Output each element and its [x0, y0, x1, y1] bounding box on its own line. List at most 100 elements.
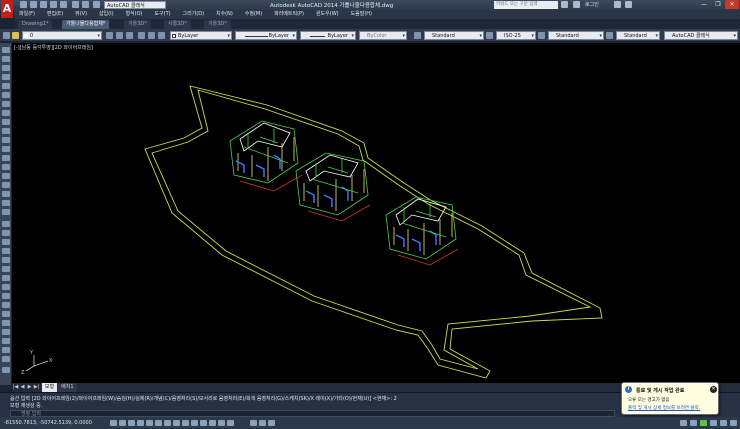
tab-layout1[interactable]: 배치1 — [58, 383, 77, 392]
move-icon[interactable] — [2, 266, 10, 272]
offset-icon[interactable] — [2, 248, 10, 254]
prev-layout-arrow[interactable]: ◀ — [19, 383, 26, 392]
layer-bulb-icon[interactable] — [12, 32, 19, 39]
menu-window[interactable]: 윈도우(W) — [311, 10, 344, 19]
exchange-icon[interactable] — [614, 1, 621, 8]
mirror-icon[interactable] — [2, 239, 10, 245]
line-icon[interactable] — [2, 47, 10, 53]
open-icon[interactable] — [30, 1, 37, 8]
insert-block-icon[interactable] — [2, 146, 10, 152]
revision-cloud-icon[interactable] — [2, 110, 10, 116]
redo-icon[interactable] — [82, 1, 89, 8]
workspace-dropdown[interactable]: AutoCAD 클래식 — [664, 31, 738, 40]
menu-edit[interactable]: 편집(E) — [42, 10, 68, 19]
doc-tab-5[interactable]: 가톨3D* — [204, 20, 231, 29]
layer-tool-3-icon[interactable] — [158, 32, 165, 39]
extend-icon[interactable] — [2, 311, 10, 317]
object-snap-tracking-icon[interactable] — [173, 420, 180, 426]
table-icon[interactable] — [2, 200, 10, 206]
plot-icon[interactable] — [60, 1, 67, 8]
selection-cycling-icon[interactable] — [227, 420, 234, 426]
menu-draw[interactable]: 그리기(D) — [178, 10, 210, 19]
new-icon[interactable] — [20, 1, 27, 8]
user-icon[interactable] — [573, 1, 580, 8]
autocad-logo-icon[interactable]: A — [1, 0, 13, 18]
menu-parametric[interactable]: 파라메트릭(P) — [269, 10, 309, 19]
3d-object-snap-icon[interactable] — [164, 420, 171, 426]
rectangle-icon[interactable] — [2, 83, 10, 89]
undo-icon[interactable] — [72, 1, 79, 8]
scale-icon[interactable] — [2, 284, 10, 290]
first-layout-arrow[interactable]: |◀ — [12, 383, 19, 392]
coordinates-readout[interactable]: -81550.7813, -50742.5139, 0.0000 — [4, 420, 92, 426]
construction-line-icon[interactable] — [2, 56, 10, 62]
lock-ui-icon[interactable] — [690, 420, 697, 426]
ellipse-icon[interactable] — [2, 128, 10, 134]
workspace-switch-icon[interactable] — [680, 420, 687, 426]
table-style-icon[interactable] — [538, 32, 545, 39]
quick-properties-icon[interactable] — [218, 420, 225, 426]
grid-display-icon[interactable] — [128, 420, 135, 426]
trim-icon[interactable] — [2, 302, 10, 308]
transparency-icon[interactable] — [209, 420, 216, 426]
menu-view[interactable]: 뷰(V) — [70, 10, 92, 19]
balloon-close-button[interactable]: ✕ — [710, 386, 717, 393]
help-icon[interactable] — [625, 1, 632, 8]
array-icon[interactable] — [2, 257, 10, 263]
menu-tools[interactable]: 도구(T) — [149, 10, 175, 19]
layer-state-icon[interactable] — [126, 32, 133, 39]
ortho-mode-icon[interactable] — [137, 420, 144, 426]
menu-file[interactable]: 파일(F) — [14, 10, 40, 19]
mleader-style-dropdown[interactable]: Standard — [616, 31, 660, 40]
quick-access-dropdown-icon[interactable] — [93, 1, 100, 8]
maximize-button[interactable]: ❐ — [711, 0, 725, 9]
save-icon[interactable] — [40, 1, 47, 8]
menu-dimension[interactable]: 치수(N) — [211, 10, 238, 19]
break-icon[interactable] — [2, 320, 10, 326]
erase-icon[interactable] — [2, 221, 10, 227]
close-button[interactable]: ✕ — [725, 0, 739, 9]
plotstyle-dropdown[interactable]: ByColor — [359, 31, 407, 40]
layer-tool-2-icon[interactable] — [148, 32, 155, 39]
doc-tab-4[interactable]: 사롱3D* — [164, 20, 191, 29]
color-dropdown[interactable]: ByLayer — [170, 31, 232, 40]
doc-tab-active[interactable]: 가톨나물다용합체* — [62, 20, 110, 29]
save-as-icon[interactable] — [50, 1, 57, 8]
notification-icon[interactable] — [700, 420, 707, 426]
search-icon[interactable] — [561, 1, 568, 8]
polyline-icon[interactable] — [2, 65, 10, 71]
menu-format[interactable]: 형식(O) — [120, 10, 147, 19]
polygon-icon[interactable] — [2, 74, 10, 80]
workspace-select[interactable]: AutoCAD 클래식 — [104, 1, 166, 9]
isolate-objects-icon[interactable] — [720, 420, 727, 426]
lineweight-icon[interactable] — [200, 420, 207, 426]
text-style-dropdown[interactable]: Standard — [424, 31, 484, 40]
gradient-icon[interactable] — [2, 182, 10, 188]
layer-previous-icon[interactable] — [116, 32, 123, 39]
menu-help[interactable]: 도움말(H) — [346, 10, 377, 19]
join-icon[interactable] — [2, 329, 10, 335]
dim-style-icon[interactable] — [486, 32, 493, 39]
viewport-controls-label[interactable]: [-][남동 등각투영][2D 와이어프레임] — [14, 44, 93, 51]
multiline-text-icon[interactable] — [2, 209, 10, 215]
copy-icon[interactable] — [2, 230, 10, 236]
tab-model[interactable]: 모형 — [41, 383, 58, 392]
object-snap-icon[interactable] — [155, 420, 162, 426]
text-style-icon[interactable] — [414, 32, 421, 39]
doc-tab-3[interactable]: 가톨3D* — [124, 20, 151, 29]
last-layout-arrow[interactable]: ▶| — [33, 383, 40, 392]
lineweight-dropdown[interactable]: ByLayer — [300, 31, 356, 40]
make-block-icon[interactable] — [2, 155, 10, 161]
menu-modify[interactable]: 수정(M) — [240, 10, 267, 19]
command-input[interactable]: 명령 입력 — [10, 410, 615, 417]
search-input[interactable]: 키워드 또는 구문 입력 — [494, 1, 558, 9]
login-link[interactable]: 로그인 — [585, 1, 599, 8]
rotate-icon[interactable] — [2, 275, 10, 281]
clean-screen-icon[interactable] — [730, 420, 737, 426]
arc-icon[interactable] — [2, 92, 10, 98]
mleader-style-icon[interactable] — [606, 32, 613, 39]
doc-tab-drawing1[interactable]: Drawing1* — [18, 20, 53, 29]
layer-properties-icon[interactable] — [3, 32, 10, 39]
linetype-dropdown[interactable]: ByLayer — [235, 31, 297, 40]
snap-mode-icon[interactable] — [119, 420, 126, 426]
